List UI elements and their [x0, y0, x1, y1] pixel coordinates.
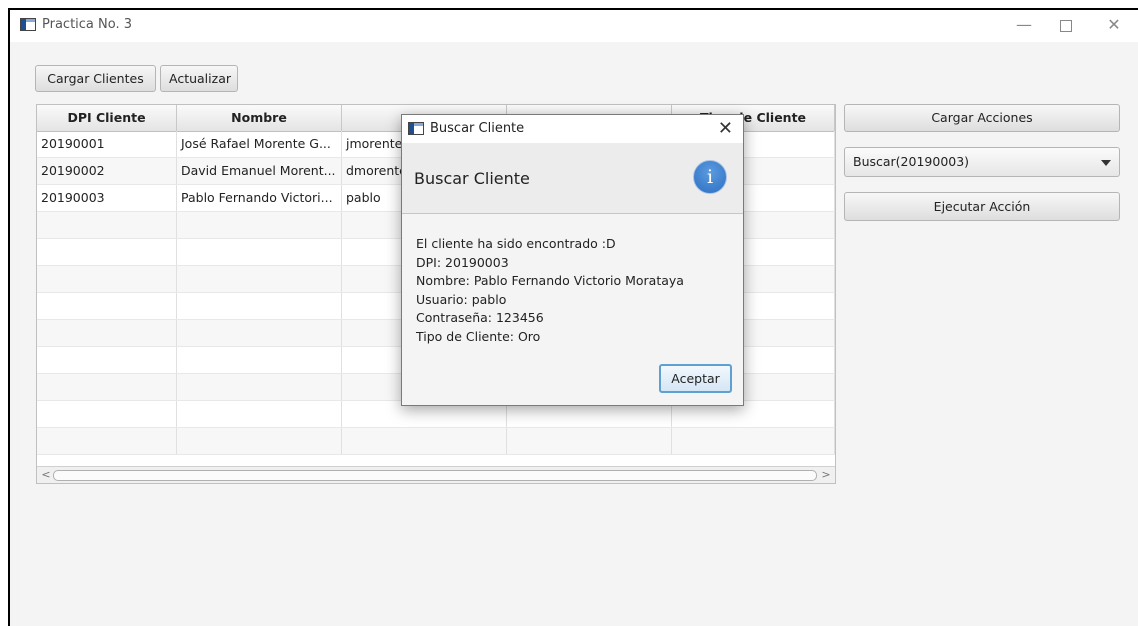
- dialog-tipo: Tipo de Cliente: Oro: [416, 328, 541, 344]
- empty-cell: [177, 401, 342, 427]
- empty-cell: [177, 347, 342, 373]
- empty-cell: [37, 293, 177, 319]
- buscar-cliente-dialog: Buscar Cliente ✕ Buscar Cliente i El cli…: [401, 114, 744, 406]
- dialog-title: Buscar Cliente: [430, 121, 525, 136]
- dialog-close-button[interactable]: ✕: [718, 118, 733, 140]
- cell-nombre: David Emanuel Morent...: [177, 158, 342, 184]
- dialog-usuario: Usuario: pablo: [416, 291, 507, 307]
- empty-cell: [37, 239, 177, 265]
- empty-cell: [507, 428, 672, 454]
- empty-row: [37, 428, 835, 455]
- accion-select[interactable]: Buscar(20190003): [844, 147, 1120, 177]
- empty-cell: [177, 239, 342, 265]
- empty-cell: [342, 428, 507, 454]
- ejecutar-accion-button[interactable]: Ejecutar Acción: [844, 192, 1120, 221]
- dialog-content: El cliente ha sido encontrado :D DPI: 20…: [416, 235, 684, 346]
- empty-cell: [177, 266, 342, 292]
- cell-nombre: Pablo Fernando Victori...: [177, 185, 342, 211]
- dialog-header: Buscar Cliente i: [402, 143, 743, 214]
- empty-cell: [177, 428, 342, 454]
- cell-dpi: 20190001: [37, 131, 177, 157]
- app-icon: [20, 18, 36, 31]
- cell-dpi: 20190003: [37, 185, 177, 211]
- window-title: Practica No. 3: [42, 17, 133, 32]
- dialog-titlebar[interactable]: Buscar Cliente ✕: [402, 115, 743, 143]
- dialog-header-text: Buscar Cliente: [414, 169, 530, 188]
- dialog-dpi: DPI: 20190003: [416, 254, 509, 270]
- accion-select-value: Buscar(20190003): [853, 154, 970, 169]
- empty-cell: [37, 320, 177, 346]
- horizontal-scrollbar[interactable]: < >: [37, 466, 835, 483]
- dialog-nombre: Nombre: Pablo Fernando Victorio Morataya: [416, 273, 684, 288]
- window-titlebar[interactable]: Practica No. 3 — ✕: [10, 10, 1138, 42]
- empty-cell: [177, 293, 342, 319]
- actualizar-button[interactable]: Actualizar: [160, 65, 238, 92]
- chevron-down-icon: [1101, 160, 1111, 166]
- cargar-acciones-button[interactable]: Cargar Acciones: [844, 104, 1120, 132]
- empty-cell: [37, 428, 177, 454]
- empty-cell: [177, 212, 342, 238]
- dialog-contrasena: Contraseña: 123456: [416, 310, 544, 325]
- cargar-clientes-button[interactable]: Cargar Clientes: [35, 65, 156, 92]
- scroll-right-icon[interactable]: >: [819, 467, 833, 483]
- cell-nombre: José Rafael Morente G...: [177, 131, 342, 157]
- maximize-button[interactable]: [1046, 13, 1086, 37]
- aceptar-button[interactable]: Aceptar: [659, 364, 732, 393]
- empty-cell: [37, 347, 177, 373]
- dialog-app-icon: [408, 122, 424, 135]
- empty-cell: [37, 401, 177, 427]
- dialog-message: El cliente ha sido encontrado :D: [416, 236, 616, 251]
- scroll-thumb[interactable]: [53, 470, 817, 481]
- column-header-dpi[interactable]: DPI Cliente: [37, 105, 177, 131]
- empty-cell: [672, 428, 835, 454]
- column-header-nombre[interactable]: Nombre: [177, 105, 342, 131]
- info-icon: i: [693, 160, 727, 194]
- scroll-left-icon[interactable]: <: [39, 467, 53, 483]
- maximize-icon: [1060, 19, 1072, 32]
- empty-cell: [177, 320, 342, 346]
- empty-cell: [37, 212, 177, 238]
- minimize-button[interactable]: —: [1004, 13, 1044, 37]
- cell-dpi: 20190002: [37, 158, 177, 184]
- empty-cell: [37, 266, 177, 292]
- empty-cell: [177, 374, 342, 400]
- close-window-button[interactable]: ✕: [1094, 13, 1134, 37]
- empty-cell: [37, 374, 177, 400]
